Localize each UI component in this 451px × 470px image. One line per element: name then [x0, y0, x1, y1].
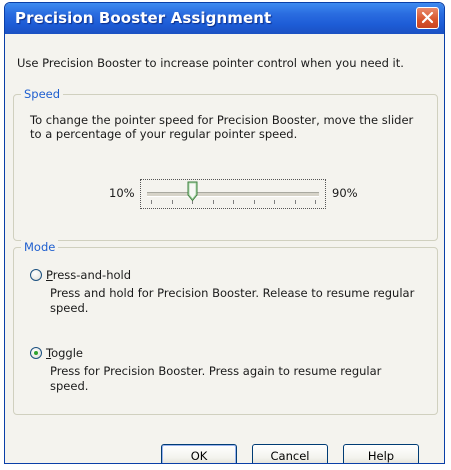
radio-label-press-and-hold[interactable]: Press-and-hold — [46, 268, 131, 282]
mode-group: Mode Press-and-hold Press and hold for P… — [13, 240, 438, 415]
slider-min-label: 10% — [109, 186, 135, 200]
slider-tick — [151, 200, 152, 204]
slider-tick — [171, 200, 173, 204]
toggle-description: Press for Precision Booster. Press again… — [50, 364, 382, 393]
speed-group: Speed To change the pointer speed for Pr… — [13, 87, 438, 241]
radio-button-press-and-hold[interactable] — [30, 269, 42, 281]
close-x-icon — [421, 11, 434, 24]
press-and-hold-description: Press and hold for Precision Booster. Re… — [50, 286, 415, 315]
slider-track[interactable] — [147, 192, 319, 197]
window-title: Precision Booster Assignment — [15, 9, 272, 27]
slider-tick — [294, 200, 296, 204]
mode-legend: Mode — [21, 240, 59, 254]
radio-label-toggle[interactable]: Toggle — [46, 346, 83, 360]
help-button[interactable]: Help — [343, 444, 419, 463]
radio-toggle[interactable]: Toggle — [30, 346, 83, 360]
speed-slider[interactable] — [140, 179, 326, 209]
speed-description: To change the pointer speed for Precisio… — [30, 113, 414, 141]
close-button[interactable] — [416, 7, 439, 29]
radio-press-and-hold[interactable]: Press-and-hold — [30, 268, 131, 282]
dialog-window: Precision Booster Assignment Use Precisi… — [4, 2, 445, 464]
intro-text: Use Precision Booster to increase pointe… — [17, 56, 404, 70]
radio-button-toggle[interactable] — [30, 347, 42, 359]
cancel-button[interactable]: Cancel — [252, 444, 328, 463]
slider-tick — [274, 200, 275, 204]
slider-tick — [212, 200, 214, 204]
dialog-body: Use Precision Booster to increase pointe… — [5, 34, 444, 463]
slider-thumb[interactable] — [187, 181, 198, 202]
slider-tick — [233, 200, 234, 204]
slider-max-label: 90% — [332, 186, 358, 200]
title-bar[interactable]: Precision Booster Assignment — [5, 3, 444, 34]
slider-tick — [315, 200, 316, 204]
ok-button[interactable]: OK — [161, 444, 237, 463]
slider-tick — [253, 200, 255, 204]
speed-legend: Speed — [21, 87, 64, 101]
